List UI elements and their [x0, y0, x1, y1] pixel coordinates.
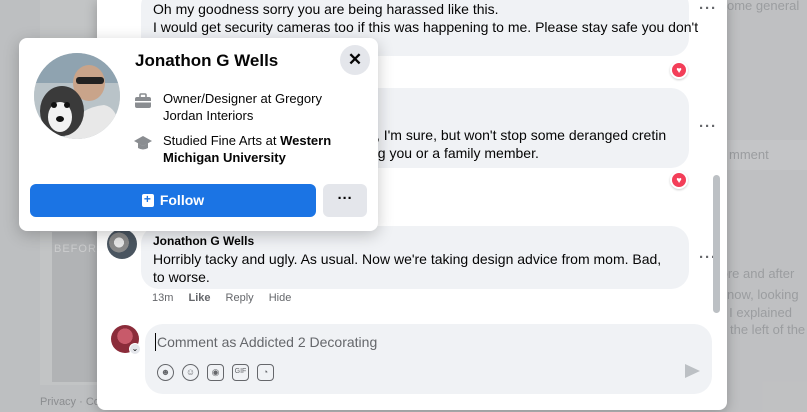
- text-cursor: [155, 333, 156, 351]
- follow-button[interactable]: Follow: [30, 184, 316, 217]
- comment-options-icon[interactable]: ···: [699, 0, 717, 17]
- emoji-icon[interactable]: ☺: [182, 364, 199, 381]
- comment-text: Horribly tacky and ugly. As usual. Now w…: [153, 251, 662, 285]
- comment-composer[interactable]: Comment as Addicted 2 Decorating ☻ ☺ ◉ G…: [145, 324, 712, 394]
- reply-link[interactable]: Reply: [226, 292, 254, 304]
- composer-toolbar: ☻ ☺ ◉ GIF ◔: [157, 364, 274, 381]
- work-info-row: Owner/Designer at Gregory Jordan Interio…: [133, 90, 363, 124]
- hide-link[interactable]: Hide: [269, 292, 292, 304]
- like-link[interactable]: Like: [188, 292, 210, 304]
- sticker-icon[interactable]: ◔: [257, 364, 274, 381]
- comment-input-placeholder[interactable]: Comment as Addicted 2 Decorating: [157, 334, 377, 350]
- comment-author-link[interactable]: Jonathon G Wells: [153, 233, 254, 249]
- work-info-text: Owner/Designer at Gregory Jordan Interio…: [163, 91, 322, 123]
- follow-label: Follow: [159, 192, 205, 208]
- comment-text-line: y, I'm sure, but won't stop some derange…: [370, 127, 667, 143]
- comment-timestamp[interactable]: 13m: [152, 292, 173, 304]
- send-icon[interactable]: [685, 364, 700, 378]
- briefcase-icon: [135, 93, 151, 108]
- chevron-down-icon[interactable]: ⌄: [129, 343, 141, 355]
- education-info-row: Studied Fine Arts at Western Michigan Un…: [133, 132, 363, 166]
- graduation-cap-icon: [134, 136, 152, 150]
- education-prefix: Studied Fine Arts at: [163, 133, 281, 148]
- love-reaction-icon[interactable]: ♥: [670, 61, 688, 79]
- comment-text-line: Oh my goodness sorry you are being haras…: [153, 1, 499, 17]
- scrollbar-thumb[interactable]: [713, 175, 720, 313]
- more-options-button[interactable]: ···: [323, 184, 367, 217]
- profile-hover-card: Jonathon G Wells ✕ Owner/Designer at Gre…: [19, 38, 378, 231]
- comment-bubble: Jonathon G Wells Horribly tacky and ugly…: [141, 226, 689, 289]
- commenter-avatar[interactable]: [107, 229, 137, 259]
- love-reaction-icon[interactable]: ♥: [670, 171, 688, 189]
- education-info-text: Studied Fine Arts at Western Michigan Un…: [163, 132, 363, 166]
- comment-text-line: ng you or a family member.: [370, 145, 539, 161]
- profile-avatar[interactable]: [34, 53, 120, 139]
- profile-name-link[interactable]: Jonathon G Wells: [135, 51, 278, 71]
- follow-icon: [141, 191, 154, 207]
- gif-icon[interactable]: GIF: [232, 364, 249, 381]
- avatar-sticker-icon[interactable]: ☻: [157, 364, 174, 381]
- camera-icon[interactable]: ◉: [207, 364, 224, 381]
- comment-actions: 13m Like Reply Hide: [152, 292, 303, 304]
- comment-text-line: I would get security cameras too if this…: [153, 19, 699, 35]
- close-button[interactable]: ✕: [340, 45, 370, 75]
- comment-options-icon[interactable]: ···: [699, 118, 717, 135]
